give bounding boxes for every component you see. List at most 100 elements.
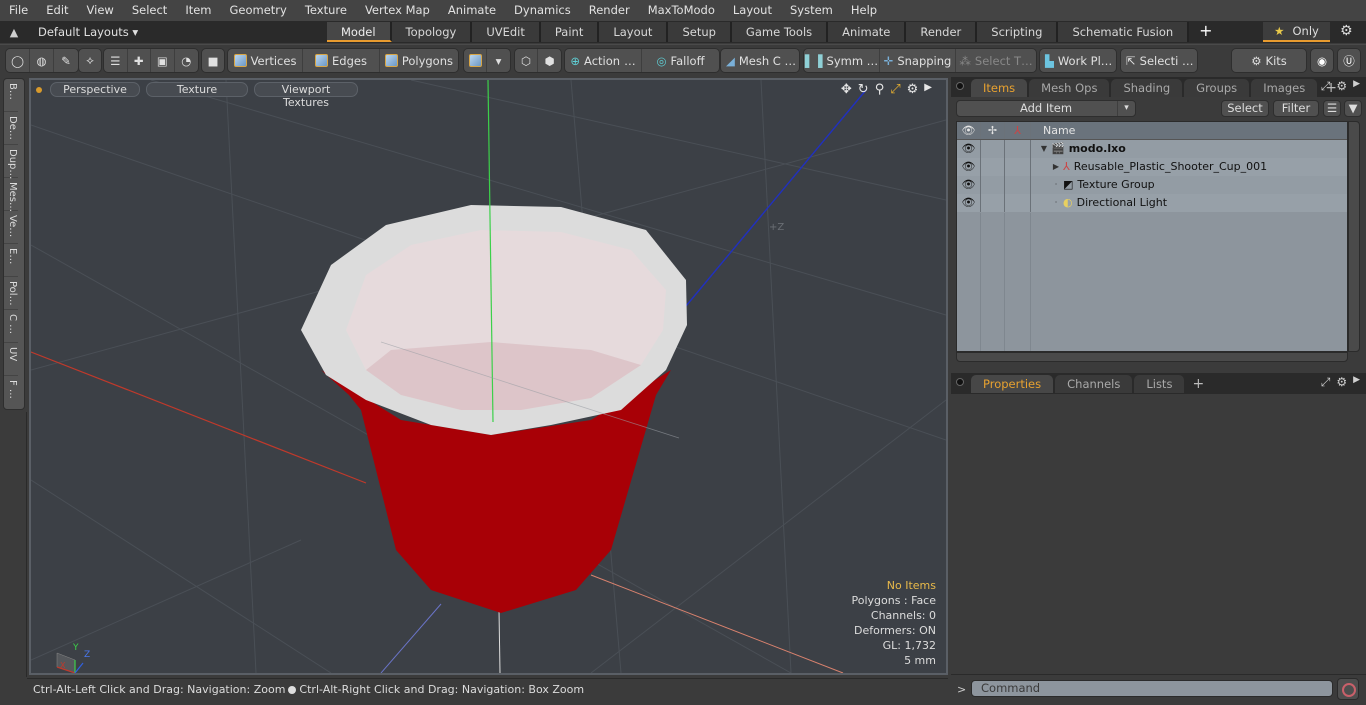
panel-arrow-icon[interactable]: ▶ (1353, 79, 1360, 94)
strip-tab-basic[interactable]: B… (4, 79, 18, 112)
menu-geometry[interactable]: Geometry (221, 0, 296, 21)
strip-tab-uv[interactable]: UV (4, 343, 18, 376)
panel-indicator-dot[interactable] (956, 82, 964, 90)
strip-tab-curve[interactable]: C … (4, 310, 18, 343)
add-item-dropdown-icon[interactable]: ▾ (1117, 101, 1135, 116)
maximize-panel-icon[interactable]: ⤢ (1321, 375, 1331, 390)
strip-tab-deform[interactable]: De… (4, 112, 18, 145)
viewport-indicator-dot[interactable] (36, 86, 42, 93)
select-through-button[interactable]: ⁂ Select T… (956, 49, 1036, 72)
eye-icon[interactable]: 👁 (957, 158, 981, 176)
strip-tab-polygon[interactable]: Pol… (4, 277, 18, 310)
snapping-button[interactable]: ✛ Snapping (880, 49, 956, 72)
tab-scripting[interactable]: Scripting (977, 22, 1059, 42)
maximize-icon[interactable]: ⤢ (890, 82, 900, 97)
tab-mesh-ops[interactable]: Mesh Ops (1029, 79, 1110, 97)
shading-mode-button[interactable]: Texture (146, 82, 248, 97)
tab-topology[interactable]: Topology (391, 22, 473, 42)
symmetry-button[interactable]: ▌▐ Symm … (804, 49, 880, 72)
tab-setup[interactable]: Setup (668, 22, 732, 42)
menu-file[interactable]: File (0, 0, 37, 21)
panel-gear-icon[interactable]: ⚙ (1336, 79, 1347, 94)
add-properties-tab-button[interactable]: + (1186, 375, 1210, 393)
vertices-mode-button[interactable]: Vertices (228, 49, 304, 72)
menu-item[interactable]: Item (176, 0, 220, 21)
view-mode-button[interactable]: Perspective (50, 82, 140, 97)
layout-dropdown[interactable]: Default Layouts ▾ (38, 25, 328, 39)
sphere-tool-icon[interactable]: ◍ (30, 49, 54, 72)
record-macro-button[interactable] (1337, 678, 1359, 700)
layout-collapse-icon[interactable]: ▲ (0, 26, 28, 39)
add-tab-button[interactable]: + (1189, 21, 1222, 43)
tab-layout[interactable]: Layout (599, 22, 669, 42)
tab-lists[interactable]: Lists (1134, 375, 1185, 393)
cross-tool-icon[interactable]: ✚ (128, 49, 151, 72)
tree-row-texture-group[interactable]: 👁 · ◩ Texture Group (957, 176, 1347, 194)
eye-icon[interactable]: 👁 (957, 176, 981, 194)
strip-tab-fusion[interactable]: F … (4, 376, 18, 409)
tab-game-tools[interactable]: Game Tools (731, 22, 829, 42)
expand-right-icon[interactable]: ▶ (1049, 158, 1063, 176)
strip-tab-vertex[interactable]: Ve… (4, 211, 18, 244)
polygons-mode-button[interactable]: Polygons (380, 49, 458, 72)
expand-down-icon[interactable]: ▼ (1037, 140, 1051, 158)
strip-tab-duplicate[interactable]: Dup… (4, 145, 18, 179)
unreal-icon[interactable]: Ⓤ (1338, 49, 1360, 72)
3d-viewport[interactable]: Y Z X +Z Perspective Texture Viewport Te… (29, 78, 948, 675)
selection-sets-button[interactable]: ⇱ Selecti … (1121, 49, 1197, 72)
center-transform-icon[interactable]: ⬡ (515, 49, 539, 72)
edges-mode-button[interactable]: Edges (303, 49, 380, 72)
expand-arrow-icon[interactable]: ▶ (924, 82, 932, 97)
falloff-button[interactable]: ◎ Falloff (642, 49, 719, 72)
action-center-button[interactable]: ⊕ Action… (565, 49, 642, 72)
menu-maxtomodo[interactable]: MaxToModo (639, 0, 724, 21)
tab-groups[interactable]: Groups (1184, 79, 1250, 97)
stack-tool-icon[interactable]: ☰ (104, 49, 128, 72)
tree-horizontal-scrollbar[interactable] (956, 352, 1348, 362)
tab-uvedit[interactable]: UVEdit (472, 22, 541, 42)
visibility-column-icon[interactable]: 👁 (957, 122, 981, 139)
circle-tool-icon[interactable]: ◯ (6, 49, 30, 72)
kits-button[interactable]: ⚙ Kits (1232, 49, 1306, 72)
pan-icon[interactable]: ✥ (841, 82, 852, 97)
mesh-constraint-button[interactable]: ◢ Mesh C … (721, 49, 799, 72)
tab-render[interactable]: Render (906, 22, 978, 42)
radial-tool-icon[interactable]: ◔ (175, 49, 198, 72)
curve-tool-icon[interactable]: ⟡ (79, 49, 101, 72)
item-mode-icon[interactable]: ■ (202, 49, 224, 72)
menu-view[interactable]: View (78, 0, 123, 21)
funnel-filter-icon[interactable]: ▼ (1344, 100, 1362, 117)
panel-gear-icon[interactable]: ⚙ (1336, 375, 1347, 390)
eye-icon[interactable]: 👁 (957, 194, 981, 212)
panel-arrow-icon[interactable]: ▶ (1353, 375, 1360, 390)
tab-shading[interactable]: Shading (1111, 79, 1183, 97)
viewport-textures-button[interactable]: Viewport Textures (254, 82, 358, 109)
menu-texture[interactable]: Texture (296, 0, 356, 21)
menu-animate[interactable]: Animate (439, 0, 505, 21)
gear-icon[interactable]: ⚙ (1340, 23, 1353, 39)
pivot-transform-icon[interactable]: ⬢ (538, 49, 561, 72)
tree-row-mesh[interactable]: 👁 ▶ ⅄ Reusable_Plastic_Shooter_Cup_001 (957, 158, 1347, 176)
transform-column-icon[interactable]: ⅄ (1005, 122, 1031, 139)
tab-properties[interactable]: Properties (971, 375, 1054, 393)
menu-layout[interactable]: Layout (724, 0, 781, 21)
strip-tab-edge[interactable]: E… (4, 244, 18, 277)
mode-dropdown-icon[interactable]: ▾ (487, 49, 510, 72)
tab-items[interactable]: Items (971, 79, 1028, 97)
list-options-icon[interactable]: ☰ (1323, 100, 1341, 117)
material-mode-icon[interactable] (464, 49, 488, 72)
tree-row-directional-light[interactable]: 👁 · ◐ Directional Light (957, 194, 1347, 212)
unity-icon[interactable]: ◉ (1311, 49, 1333, 72)
viewport-gear-icon[interactable]: ⚙ (907, 82, 919, 97)
select-button[interactable]: Select (1221, 100, 1269, 117)
menu-render[interactable]: Render (580, 0, 639, 21)
lock-column-icon[interactable]: ✢ (981, 122, 1005, 139)
menu-dynamics[interactable]: Dynamics (505, 0, 580, 21)
pen-tool-icon[interactable]: ✎ (54, 49, 78, 72)
eye-icon[interactable]: 👁 (957, 140, 981, 158)
menu-select[interactable]: Select (123, 0, 176, 21)
work-plane-button[interactable]: ▙ Work Pl… (1040, 49, 1116, 72)
tree-row-scene[interactable]: 👁 ▼ 🎬 modo.lxo (957, 140, 1347, 158)
tab-paint[interactable]: Paint (540, 22, 600, 42)
zoom-icon[interactable]: ⚲ (875, 82, 885, 97)
